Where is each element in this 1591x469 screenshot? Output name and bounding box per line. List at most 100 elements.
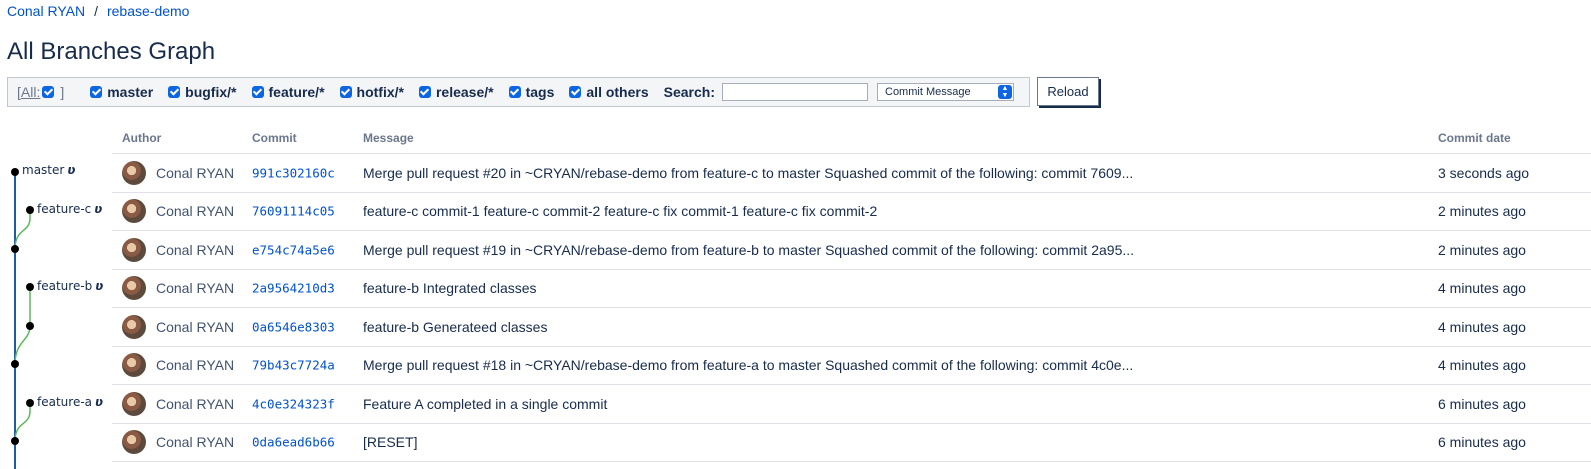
commit-node[interactable] [11,168,19,176]
feature-a-line [14,403,31,442]
search-mode-select[interactable]: Commit Message ▲ ▼ [877,83,1014,101]
filter-bugfix-label: bugfix/* [185,84,237,100]
search-mode-value: Commit Message [885,86,971,98]
commit-date: 2 minutes ago [1438,241,1526,258]
filter-hotfix[interactable]: hotfix/* [339,84,404,100]
branch-icon: ʋ [67,163,76,177]
commit-node[interactable] [11,360,19,368]
commit-date: 6 minutes ago [1438,395,1526,412]
filter-master-label: master [107,84,154,100]
avatar [122,237,146,262]
all-checkbox[interactable] [42,86,55,98]
filter-bugfix[interactable]: bugfix/* [168,84,237,100]
filter-feature-label: feature/* [268,84,325,100]
commit-node[interactable] [26,206,34,214]
reload-button[interactable]: Reload [1037,77,1099,106]
branch-label-master[interactable]: master ʋ [22,163,75,177]
table-row[interactable]: Conal RYAN 76091114c05 feature-c commit-… [112,193,1591,231]
search-input[interactable] [722,83,868,101]
commit-message: [RESET] [363,434,418,451]
feature-c-line [14,210,31,250]
table-row[interactable]: Conal RYAN 4c0e324323f Feature A complet… [112,385,1591,424]
commit-node[interactable] [26,322,34,330]
header-message: Message [363,131,414,145]
commit-hash-link[interactable]: 0da6ead6b66 [252,435,335,450]
branch-icon: ʋ [94,202,103,216]
commits-table: Author Commit Message Commit date Conal … [112,115,1591,462]
table-header: Author Commit Message Commit date [112,115,1591,154]
filter-all-others-label: all others [586,84,649,100]
commit-node[interactable] [11,437,19,445]
commit-date: 4 minutes ago [1438,318,1526,335]
branch-label-feature-a[interactable]: feature-a ʋ [37,395,103,409]
filter-tags[interactable]: tags [508,84,555,100]
filter-hotfix-label: hotfix/* [356,84,404,100]
filter-all-others[interactable]: all others [569,84,649,100]
header-commit-date: Commit date [1438,131,1511,145]
commit-hash-link[interactable]: e754c74a5e6 [252,242,335,257]
avatar [122,391,146,416]
all-filter-link[interactable]: All: [21,84,40,100]
commit-message: feature-b Integrated classes [363,280,537,297]
all-close-bracket: ] [60,84,65,100]
commit-date: 6 minutes ago [1438,434,1526,451]
breadcrumb-separator: / [94,3,98,19]
table-row[interactable]: Conal RYAN e754c74a5e6 Merge pull reques… [112,231,1591,270]
author-name: Conal RYAN [156,357,235,374]
commit-graph: master ʋ feature-c ʋ feature-b ʋ feature-a ʋ [0,115,112,469]
avatar [122,314,146,339]
hotfix-checkbox[interactable] [339,86,352,98]
header-author: Author [122,131,162,145]
table-row[interactable]: Conal RYAN 79b43c7724a Merge pull reques… [112,347,1591,385]
commit-message: Merge pull request #18 in ~CRYAN/rebase-… [363,357,1134,374]
commit-date: 4 minutes ago [1438,357,1526,374]
commit-message: Merge pull request #20 in ~CRYAN/rebase-… [363,164,1134,181]
author-name: Conal RYAN [156,164,235,181]
branch-label-feature-b[interactable]: feature-b ʋ [37,279,103,293]
feature-checkbox[interactable] [251,86,264,98]
filter-feature[interactable]: feature/* [251,84,325,100]
commit-node[interactable] [26,283,34,291]
breadcrumb: Conal RYAN / rebase-demo [7,3,189,19]
commit-hash-link[interactable]: 0a6546e8303 [252,319,335,334]
tags-checkbox[interactable] [508,86,521,98]
branch-label-feature-c[interactable]: feature-c ʋ [37,202,102,216]
commit-hash-link[interactable]: 2a9564210d3 [252,281,335,296]
commit-date: 3 seconds ago [1438,164,1530,181]
branch-label-text: master [22,163,65,177]
filter-release[interactable]: release/* [418,84,494,100]
avatar [122,430,146,455]
all-filter-group: [ All: ] [17,84,64,100]
commit-node[interactable] [26,399,34,407]
table-row[interactable]: Conal RYAN 2a9564210d3 feature-b Integra… [112,270,1591,308]
master-checkbox[interactable] [90,86,103,98]
author-name: Conal RYAN [156,434,235,451]
table-row[interactable]: Conal RYAN 0da6ead6b66 [RESET] 6 minutes… [112,424,1591,462]
bugfix-checkbox[interactable] [168,86,181,98]
release-checkbox[interactable] [418,86,431,98]
author-name: Conal RYAN [156,318,235,335]
branch-label-text: feature-b [37,279,93,293]
search-label: Search: [663,84,715,100]
filter-release-label: release/* [435,84,494,100]
page-title: All Branches Graph [7,38,216,65]
filter-tags-label: tags [525,84,555,100]
filter-master[interactable]: master [90,84,153,100]
avatar [122,199,146,224]
breadcrumb-repo-link[interactable]: rebase-demo [107,3,190,19]
table-row[interactable]: Conal RYAN 0a6546e8303 feature-b Generat… [112,308,1591,347]
branch-icon: ʋ [95,279,104,293]
breadcrumb-owner-link[interactable]: Conal RYAN [7,3,85,19]
commit-message: feature-c commit-1 feature-c commit-2 fe… [363,203,878,220]
author-name: Conal RYAN [156,395,235,412]
commit-date: 4 minutes ago [1438,280,1526,297]
commit-hash-link[interactable]: 76091114c05 [252,204,335,219]
commit-node[interactable] [11,245,19,253]
all-others-checkbox[interactable] [569,86,582,98]
commit-message: Feature A completed in a single commit [363,395,608,412]
table-row[interactable]: Conal RYAN 991c302160c Merge pull reques… [112,154,1591,193]
commit-hash-link[interactable]: 991c302160c [252,165,335,180]
commit-hash-link[interactable]: 79b43c7724a [252,358,335,373]
commit-hash-link[interactable]: 4c0e324323f [252,396,335,411]
branch-label-text: feature-c [37,202,92,216]
